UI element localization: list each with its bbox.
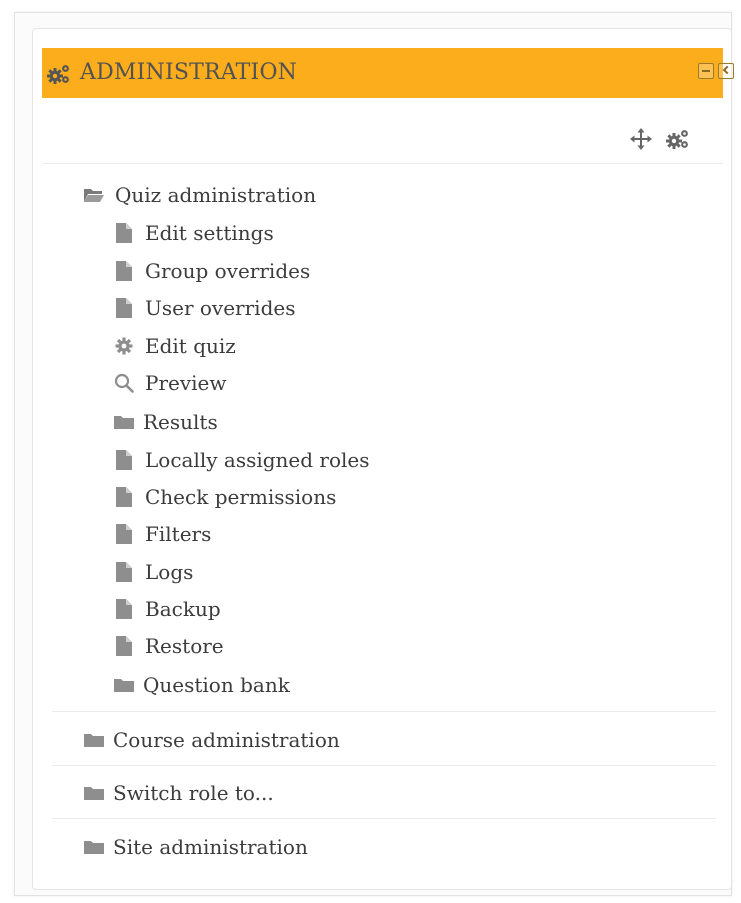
nav-item-filters[interactable]: Filters: [113, 519, 211, 549]
file-icon: [116, 524, 132, 544]
nav-item-backup[interactable]: Backup: [113, 594, 221, 624]
nav-label: Site administration: [113, 835, 308, 859]
divider: [52, 765, 716, 766]
cog-icon: [115, 337, 133, 355]
file-icon: [116, 223, 132, 243]
nav-item-restore[interactable]: Restore: [113, 631, 224, 661]
file-icon: [116, 450, 132, 470]
dock-block-button[interactable]: [718, 63, 734, 79]
nav-item-logs[interactable]: Logs: [113, 557, 193, 587]
folder-icon: [84, 787, 104, 800]
block-title: ADMINISTRATION: [80, 60, 298, 85]
folder-open-icon: [84, 189, 104, 202]
nav-label: Edit quiz: [145, 334, 236, 358]
folder-icon: [114, 679, 134, 692]
nav-label: Results: [143, 410, 218, 434]
divider: [52, 818, 716, 819]
nav-label: Question bank: [143, 673, 290, 697]
search-icon: [114, 373, 134, 393]
nav-item-group-overrides[interactable]: Group overrides: [113, 256, 310, 286]
nav-item-site-administration[interactable]: Site administration: [83, 832, 308, 862]
file-icon: [116, 298, 132, 318]
file-icon: [116, 562, 132, 582]
nav-item-edit-settings[interactable]: Edit settings: [113, 218, 274, 248]
nav-item-edit-quiz[interactable]: Edit quiz: [113, 331, 236, 361]
file-icon: [116, 261, 132, 281]
nav-label: Group overrides: [145, 259, 311, 283]
nav-label: Restore: [145, 634, 224, 658]
folder-icon: [114, 416, 134, 429]
nav-label: Check permissions: [145, 485, 337, 509]
divider: [52, 711, 716, 712]
nav-item-locally-assigned-roles[interactable]: Locally assigned roles: [113, 445, 370, 475]
nav-label: Edit settings: [145, 221, 274, 245]
file-icon: [116, 487, 132, 507]
nav-item-switch-role[interactable]: Switch role to...: [83, 778, 274, 808]
nav-label: Locally assigned roles: [145, 448, 370, 472]
nav-label: User overrides: [145, 296, 296, 320]
gears-icon: [47, 65, 69, 84]
block-header: ADMINISTRATION: [42, 48, 734, 98]
gears-icon[interactable]: [666, 128, 690, 150]
nav-label: Logs: [145, 560, 194, 584]
folder-icon: [84, 841, 104, 854]
file-icon: [116, 636, 132, 656]
nav-item-question-bank[interactable]: Question bank: [113, 670, 290, 700]
nav-label: Backup: [145, 597, 221, 621]
nav-label: Preview: [145, 371, 227, 395]
nav-item-quiz-administration[interactable]: Quiz administration: [83, 180, 316, 210]
minimize-block-button[interactable]: [698, 63, 714, 79]
nav-item-check-permissions[interactable]: Check permissions: [113, 482, 336, 512]
nav-item-results[interactable]: Results: [113, 407, 218, 437]
folder-icon: [84, 734, 104, 747]
nav-item-preview[interactable]: Preview: [113, 368, 227, 398]
nav-item-user-overrides[interactable]: User overrides: [113, 293, 295, 323]
nav-label: Switch role to...: [113, 781, 274, 805]
nav-label: Course administration: [113, 728, 340, 752]
move-arrows-icon[interactable]: [630, 128, 652, 150]
block-controls: [42, 113, 723, 164]
nav-label: Quiz administration: [115, 183, 317, 207]
file-icon: [116, 599, 132, 619]
nav-item-course-administration[interactable]: Course administration: [83, 725, 340, 755]
nav-label: Filters: [145, 522, 212, 546]
